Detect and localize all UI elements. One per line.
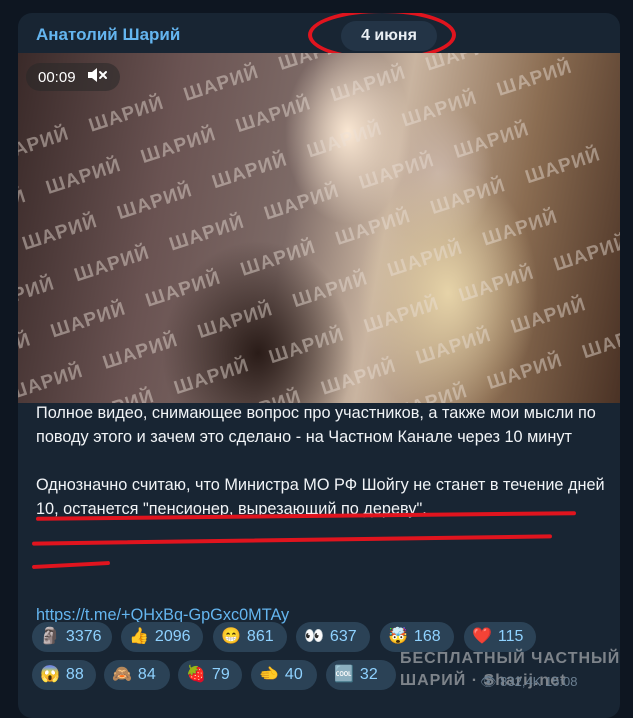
cool-icon: 🆒 (334, 666, 354, 683)
reaction-button[interactable]: 😱 88 (32, 660, 96, 690)
reaction-button[interactable]: 🫲 40 (251, 660, 317, 690)
hand-icon: 🫲 (259, 666, 279, 683)
message-time: 15:08 (544, 674, 578, 689)
video-timestamp: 00:09 (38, 68, 76, 86)
video-watermark: ШАРИЙ ШАРИЙ ШАРИЙ ШАРИЙ ШАРИЙ ШАРИЙ ШАРИЙ ШАРИ… (18, 53, 620, 403)
reaction-button[interactable]: 🗿 3376 (32, 622, 112, 652)
reaction-count: 84 (137, 666, 156, 683)
reaction-count: 637 (329, 628, 357, 645)
see-no-evil-monkey-icon: 🙈 (112, 666, 132, 683)
message-text: Полное видео, снимающее вопрос про участ… (36, 401, 606, 521)
highlight-underline (31, 534, 553, 546)
date-badge: 4 июня (341, 21, 437, 51)
eye-icon: 👁 (480, 674, 497, 689)
grinning-face-icon: 😁 (221, 628, 241, 645)
video-player[interactable]: ШАРИЙ ШАРИЙ ШАРИЙ ШАРИЙ ШАРИЙ ШАРИЙ ШАРИЙ ШАРИ… (18, 53, 620, 403)
reaction-count: 115 (497, 628, 524, 645)
strawberry-icon: 🍓 (186, 666, 206, 683)
heart-icon: ❤️ (472, 628, 492, 645)
exploding-head-icon: 🤯 (388, 628, 408, 645)
reaction-count: 40 (284, 666, 303, 683)
message-paragraph-1: Полное видео, снимающее вопрос про участ… (36, 404, 596, 446)
reaction-count: 88 (65, 666, 84, 683)
reaction-button[interactable]: 👍 2096 (121, 622, 203, 652)
reaction-button[interactable]: 😁 861 (213, 622, 287, 652)
video-duration[interactable]: 00:09 (26, 63, 120, 91)
speaker-muted-icon[interactable] (86, 66, 108, 88)
reaction-count: 32 (359, 666, 378, 683)
eyes-icon: 👀 (304, 628, 324, 645)
view-count: 832,4K (500, 674, 542, 689)
screaming-face-icon: 😱 (40, 666, 60, 683)
highlight-underline (31, 560, 111, 570)
reaction-button[interactable]: 👀 637 (296, 622, 370, 652)
reaction-count: 79 (211, 666, 230, 683)
watermark-line-1: БЕСПЛАТНЫЙ ЧАСТНЫЙ (400, 650, 621, 667)
message-meta: 👁 832,4K 15:08 (480, 674, 578, 690)
reaction-count: 861 (246, 628, 274, 645)
thumbs-up-icon: 👍 (129, 628, 149, 645)
moai-icon: 🗿 (40, 628, 60, 645)
reaction-count: 3376 (65, 628, 102, 645)
reaction-count: 2096 (154, 628, 191, 645)
reaction-button[interactable]: 🍓 79 (178, 660, 242, 690)
reaction-count: 168 (413, 628, 441, 645)
reaction-button[interactable]: 🆒 32 (326, 660, 396, 690)
reaction-button[interactable]: 🙈 84 (104, 660, 170, 690)
message-bubble: Анатолий Шарий 4 июня ШАРИЙ ШАРИЙ ШАРИЙ ШАР… (18, 13, 620, 718)
channel-name[interactable]: Анатолий Шарий (36, 25, 180, 45)
